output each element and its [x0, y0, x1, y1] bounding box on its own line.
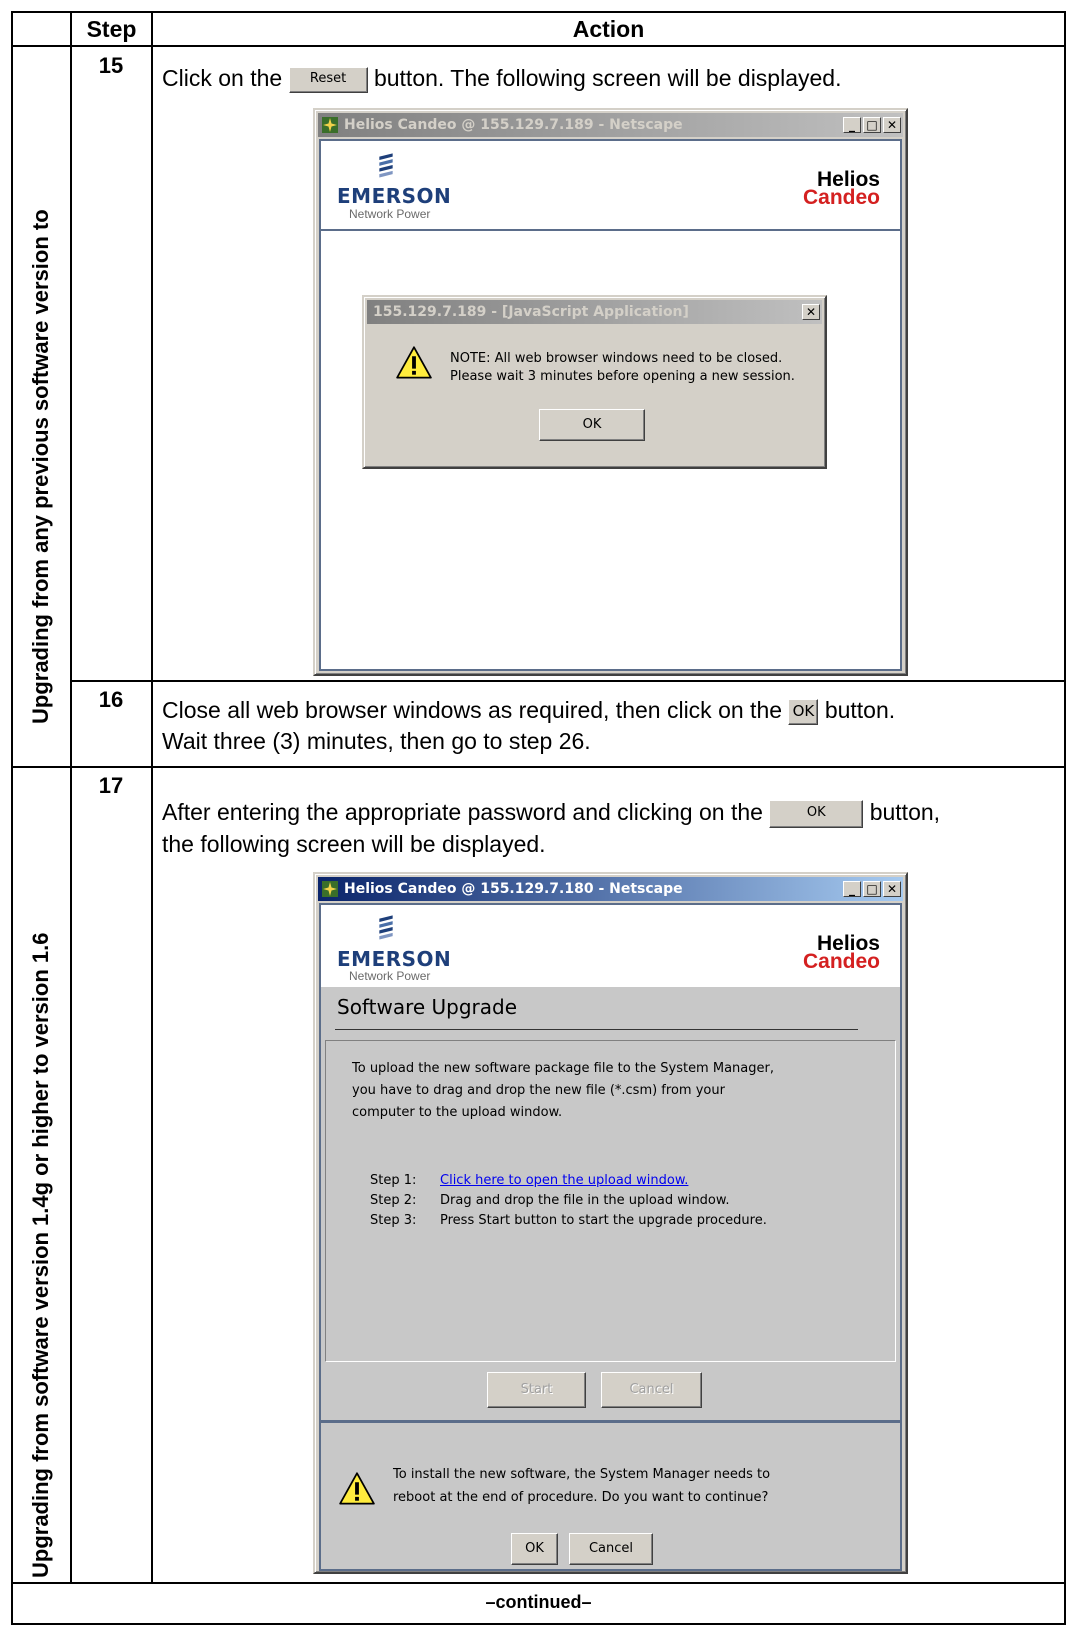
window-title: Helios Candeo @ 155.129.7.189 - Netscape [344, 117, 683, 133]
step-15-text: Click on the Reset button. The following… [162, 63, 841, 94]
ok-inline-button[interactable]: OK [788, 698, 819, 725]
header-bottom-rule [11, 45, 1066, 47]
section-label-any-previous: Upgrading from any previous software ver… [28, 209, 53, 724]
step-16-line-2: Wait three (3) minutes, then go to step … [162, 728, 591, 754]
step-17-text-before: After entering the appropriate password … [162, 799, 763, 825]
table-border-bottom [11, 1623, 1066, 1625]
intro-line-3: computer to the upload window. [352, 1105, 563, 1120]
header-action: Action [572, 16, 645, 42]
open-upload-window-link[interactable]: Click here to open the upload window. [440, 1171, 688, 1190]
brand-banner: EMERSON Network Power Helios Candeo [321, 905, 900, 987]
continued-footer: –continued– [485, 1592, 592, 1612]
table-border-top [11, 11, 1066, 13]
step-17-line-2: the following screen will be displayed. [162, 831, 546, 857]
intro-line-1: To upload the new software package file … [352, 1061, 774, 1076]
start-button[interactable]: Start [487, 1372, 586, 1408]
maximize-icon[interactable]: □ [863, 881, 881, 897]
step-3-label: Step 3: [370, 1213, 417, 1228]
netscape-window-reset: Helios Candeo @ 155.129.7.189 - Netscape… [313, 108, 908, 676]
section-label-1-4g: Upgrading from software version 1.4g or … [28, 932, 53, 1578]
table-border-right [1064, 11, 1066, 1625]
reset-button[interactable]: Reset [288, 66, 368, 93]
window-title: Helios Candeo @ 155.129.7.180 - Netscape [344, 881, 683, 897]
dialog-titlebar: 155.129.7.189 - [JavaScript Application]… [367, 300, 822, 324]
candeo-wordmark: Candeo [802, 950, 880, 973]
step-15-text-before: Click on the [162, 65, 283, 91]
windows-close-icon[interactable]: ✕ [883, 117, 901, 133]
step-16-text-after: button. [824, 697, 896, 723]
step-17-line-1: After entering the appropriate password … [162, 797, 940, 828]
step-2-label: Step 2: [370, 1193, 417, 1208]
windows-close-icon[interactable]: ✕ [802, 304, 820, 320]
heading-rule [335, 1029, 858, 1030]
dialog-message-line-2: Please wait 3 minutes before opening a n… [450, 369, 795, 384]
confirm-line-1: To install the new software, the System … [393, 1467, 771, 1482]
step-3-text: Press Start button to start the upgrade … [440, 1213, 767, 1228]
dialog-title: 155.129.7.189 - [JavaScript Application] [373, 304, 689, 320]
netscape-window-upgrade: Helios Candeo @ 155.129.7.180 - Netscape… [313, 872, 908, 1574]
minimize-icon[interactable]: _ [843, 117, 861, 133]
step-17-text-after: button, [869, 799, 941, 825]
netscape-icon [322, 881, 338, 897]
emerson-logo-icon [379, 915, 393, 940]
warning-icon [339, 1472, 375, 1505]
ok-password-button[interactable]: OK [769, 799, 864, 828]
step-16-line-1: Close all web browser windows as require… [162, 695, 895, 726]
candeo-wordmark: Candeo [802, 186, 880, 209]
confirm-line-2: reboot at the end of procedure. Do you w… [393, 1490, 769, 1505]
warning-icon [396, 346, 432, 379]
step-number-15: 15 [98, 53, 124, 78]
windows-close-icon[interactable]: ✕ [883, 881, 901, 897]
emerson-wordmark: EMERSON [337, 947, 452, 971]
section-divider [11, 766, 1066, 768]
step-number-17: 17 [98, 773, 124, 798]
header-step: Step [86, 16, 137, 42]
emerson-wordmark: EMERSON [337, 184, 452, 208]
row-divider-15-16 [70, 680, 1066, 682]
step-number-16: 16 [98, 687, 124, 712]
table-border-left [11, 11, 13, 1625]
intro-line-2: you have to drag and drop the new file (… [352, 1083, 725, 1098]
javascript-alert-dialog: 155.129.7.189 - [JavaScript Application]… [362, 295, 827, 469]
network-power-wordmark: Network Power [349, 969, 431, 983]
footer-top-rule [11, 1582, 1066, 1584]
brand-banner: EMERSON Network Power Helios Candeo [321, 141, 900, 231]
window-content: EMERSON Network Power Helios Candeo Soft… [319, 903, 902, 1571]
panel-divider [321, 1420, 900, 1423]
dialog-ok-button[interactable]: OK [539, 409, 645, 441]
window-titlebar: Helios Candeo @ 155.129.7.180 - Netscape… [318, 877, 903, 901]
col-divider-2 [151, 11, 153, 1583]
cancel-upload-button[interactable]: Cancel [601, 1372, 702, 1408]
step-16-text-before: Close all web browser windows as require… [162, 697, 783, 723]
minimize-icon[interactable]: _ [843, 881, 861, 897]
instructions-panel: To upload the new software package file … [325, 1040, 896, 1362]
dialog-message-line-1: NOTE: All web browser windows need to be… [450, 351, 783, 366]
step-2-text: Drag and drop the file in the upload win… [440, 1193, 730, 1208]
network-power-wordmark: Network Power [349, 207, 431, 221]
step-15-text-after: button. The following screen will be dis… [373, 65, 842, 91]
step-1-label: Step 1: [370, 1173, 417, 1188]
netscape-icon [322, 117, 338, 133]
confirm-ok-button[interactable]: OK [511, 1533, 558, 1565]
maximize-icon[interactable]: □ [863, 117, 881, 133]
page-title: Software Upgrade [337, 995, 518, 1019]
confirm-cancel-button[interactable]: Cancel [569, 1533, 653, 1565]
window-titlebar: Helios Candeo @ 155.129.7.189 - Netscape… [318, 113, 903, 137]
emerson-logo-icon [379, 153, 393, 178]
